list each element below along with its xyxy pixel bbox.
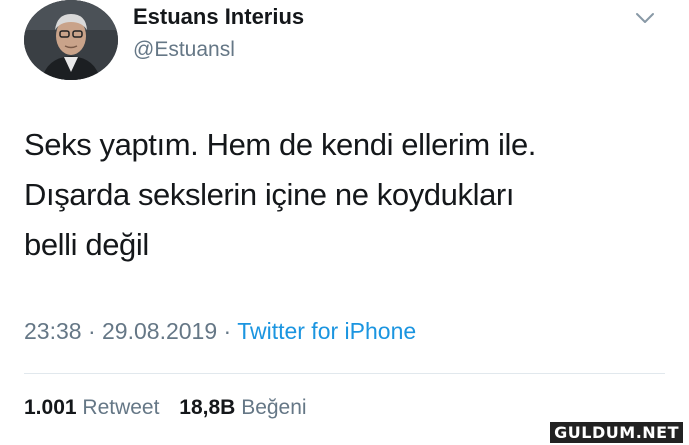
tweet-time[interactable]: 23:38	[24, 318, 82, 344]
tweet-meta: 23:38 · 29.08.2019 · Twitter for iPhone	[24, 318, 416, 345]
tweet-text: Seks yaptım. Hem de kendi ellerim ile. D…	[24, 120, 664, 270]
chevron-down-icon[interactable]	[634, 10, 656, 26]
tweet-text-line: Seks yaptım. Hem de kendi ellerim ile.	[24, 127, 536, 162]
like-stat[interactable]: 18,8B Beğeni	[179, 396, 306, 419]
tweet-source-link[interactable]: Twitter for iPhone	[237, 318, 416, 344]
avatar-photo	[24, 0, 118, 80]
author-handle[interactable]: @Estuansl	[133, 38, 235, 62]
divider	[24, 373, 665, 374]
retweet-label: Retweet	[82, 396, 160, 419]
tweet-date[interactable]: 29.08.2019	[102, 318, 217, 344]
meta-separator: ·	[223, 318, 232, 344]
like-label: Beğeni	[241, 396, 307, 419]
avatar[interactable]	[24, 0, 118, 80]
like-count: 18,8B	[179, 396, 236, 419]
retweet-stat[interactable]: 1.001 Retweet	[24, 396, 165, 419]
retweet-count: 1.001	[24, 396, 77, 419]
meta-separator: ·	[87, 318, 96, 344]
tweet-stats: 1.001 Retweet 18,8B Beğeni	[24, 396, 307, 420]
tweet-text-line: belli değil	[24, 227, 149, 262]
author-display-name[interactable]: Estuans Interius	[133, 4, 304, 30]
watermark: GULDUM.NET	[550, 422, 683, 443]
tweet-text-line: Dışarda sekslerin içine ne koydukları	[24, 177, 515, 212]
